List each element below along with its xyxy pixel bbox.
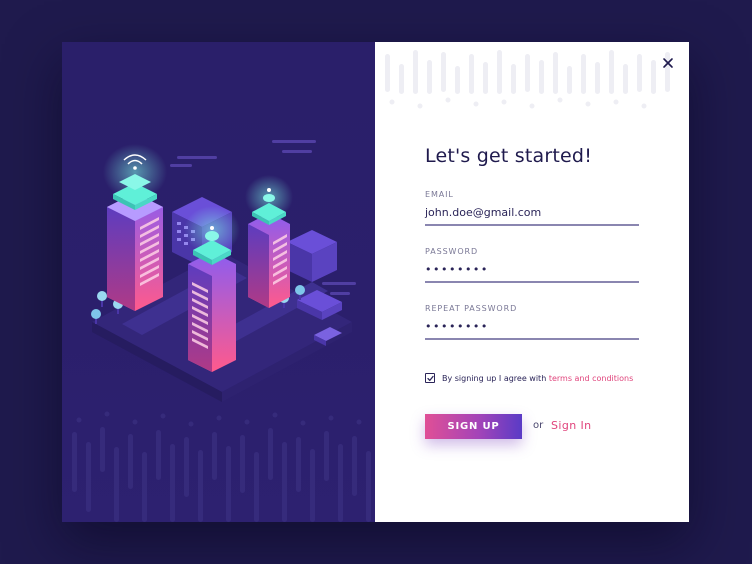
email-label: EMAIL (425, 190, 454, 199)
repeat-password-field[interactable]: REPEAT PASSWORD •••••••• (425, 304, 639, 340)
signin-link[interactable]: Sign In (551, 419, 592, 432)
terms-link[interactable]: terms and conditions (549, 374, 633, 383)
email-underline (425, 224, 639, 226)
checkmark-icon (426, 375, 434, 381)
signup-button[interactable]: SIGN UP (425, 414, 522, 439)
city-illustration (72, 140, 371, 522)
password-label: PASSWORD (425, 247, 479, 256)
decorative-rain-pattern (385, 50, 670, 109)
terms-text: By signing up I agree with terms and con… (442, 374, 633, 383)
password-underline (425, 281, 639, 283)
or-separator: or (533, 420, 544, 431)
signup-modal: Let's get started! EMAIL john.doe@gmail.… (62, 42, 689, 522)
repeat-password-input[interactable]: •••••••• (425, 320, 639, 336)
password-field[interactable]: PASSWORD •••••••• (425, 247, 639, 283)
repeat-password-label: REPEAT PASSWORD (425, 304, 518, 313)
illustration-panel (62, 42, 375, 522)
terms-checkbox[interactable] (425, 373, 435, 383)
repeat-password-underline (425, 338, 639, 340)
terms-text-prefix: By signing up I agree with (442, 373, 549, 383)
close-icon (663, 58, 673, 68)
close-button[interactable] (661, 55, 675, 69)
password-input[interactable]: •••••••• (425, 263, 639, 279)
email-input[interactable]: john.doe@gmail.com (425, 206, 639, 222)
terms-agreement: By signing up I agree with terms and con… (425, 373, 633, 383)
form-title: Let's get started! (425, 145, 593, 167)
signup-form-panel: Let's get started! EMAIL john.doe@gmail.… (375, 42, 689, 522)
email-field[interactable]: EMAIL john.doe@gmail.com (425, 190, 639, 226)
